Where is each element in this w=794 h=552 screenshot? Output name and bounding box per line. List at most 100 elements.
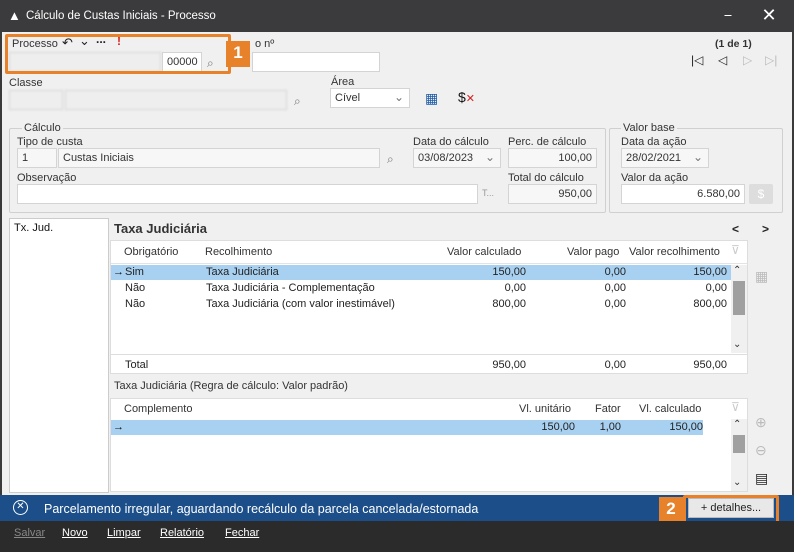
- tipo-custa-code[interactable]: 1: [17, 148, 57, 168]
- col-fator[interactable]: Fator: [595, 403, 621, 415]
- app-logo-icon: ▲: [8, 8, 21, 23]
- col-valor-calculado[interactable]: Valor calculado: [447, 246, 521, 258]
- cell-recolhimento: Taxa Judiciária (com valor inestimável): [206, 298, 395, 310]
- total-label: Total: [125, 359, 149, 371]
- col-valor-recolhimento[interactable]: Valor recolhimento: [629, 246, 720, 258]
- add-icon: ⊕: [755, 414, 767, 430]
- classe-search-icon[interactable]: ⌕: [294, 94, 301, 109]
- limpar-button[interactable]: Limpar: [107, 527, 141, 539]
- cell-valor-calculado: 150,00: [492, 266, 526, 278]
- notes-icon[interactable]: ▤: [755, 470, 768, 487]
- regra-label: Taxa Judiciária (Regra de cálculo: Valor…: [114, 380, 348, 392]
- data-acao-chevron-icon[interactable]: ⌄: [693, 150, 703, 164]
- calculo-no-input[interactable]: [252, 52, 380, 72]
- area-chevron-icon: ⌄: [394, 90, 405, 104]
- cell-obrigatorio: Sim: [125, 266, 144, 278]
- prev-record-icon[interactable]: ◁: [718, 53, 727, 67]
- last-record-icon: ▷|: [765, 53, 778, 67]
- col-recolhimento[interactable]: Recolhimento: [205, 246, 272, 258]
- tipo-custa-search-icon[interactable]: ⌕: [387, 152, 394, 167]
- data-calculo-chevron-icon[interactable]: ⌄: [485, 150, 495, 164]
- cost-remove-icon[interactable]: $✕: [458, 89, 475, 105]
- cell-valor-recolhimento: 0,00: [705, 282, 727, 294]
- cell-fator: 1,00: [599, 421, 621, 433]
- taxa-prev-icon[interactable]: <: [732, 222, 739, 236]
- minimize-icon[interactable]: ⎯: [718, 6, 738, 26]
- status-message: Parcelamento irregular, aguardando recál…: [44, 502, 479, 516]
- total-valor-pago: 0,00: [604, 359, 626, 371]
- total-calculo-input: 950,00: [508, 184, 597, 204]
- observacao-label: Observação: [17, 172, 77, 184]
- relatorio-button[interactable]: Relatório: [160, 527, 204, 539]
- col-vl-unitario[interactable]: Vl. unitário: [519, 403, 571, 415]
- area-value: Cível: [335, 92, 361, 104]
- table-row[interactable]: Não Taxa Judiciária (com valor inestimáv…: [111, 297, 731, 312]
- cell-vl-unitario: 150,00: [541, 421, 575, 433]
- table-row[interactable]: Não Taxa Judiciária - Complementação 0,0…: [111, 281, 731, 296]
- calculo-group-label: Cálculo: [22, 122, 63, 134]
- cell-vl-calculado: 150,00: [669, 421, 703, 433]
- pagination-text: (1 de 1): [715, 38, 752, 50]
- salvar-button: Salvar: [14, 527, 46, 539]
- cell-obrigatorio: Não: [125, 282, 146, 294]
- calculator-icon[interactable]: ▦: [425, 90, 438, 107]
- row-pointer-icon: →: [113, 421, 124, 433]
- observacao-input[interactable]: [17, 184, 478, 204]
- footer-toolbar: Salvar Novo Limpar Relatório Fechar: [0, 521, 794, 552]
- cell-recolhimento: Taxa Judiciária: [206, 266, 279, 278]
- data-acao-label: Data da ação: [621, 136, 687, 148]
- tipo-custa-label: Tipo de custa: [17, 136, 83, 148]
- scroll-down-icon[interactable]: ⌄: [733, 477, 741, 488]
- complemento-filter-icon[interactable]: ⊽: [731, 400, 740, 414]
- perc-calculo-input[interactable]: 100,00: [508, 148, 597, 168]
- callout-badge-2: 2: [659, 497, 683, 523]
- total-valor-recolhimento: 950,00: [693, 359, 727, 371]
- row-pointer-icon: →: [113, 266, 124, 278]
- left-list: Tx. Jud.: [9, 218, 109, 493]
- col-valor-pago[interactable]: Valor pago: [567, 246, 619, 258]
- scroll-thumb[interactable]: [733, 435, 745, 453]
- remove-icon: ⊖: [755, 442, 767, 458]
- header-divider: [111, 263, 747, 264]
- cell-recolhimento: Taxa Judiciária - Complementação: [206, 282, 375, 294]
- table-row[interactable]: → 150,00 1,00 150,00: [111, 420, 703, 435]
- taxa-scrollbar[interactable]: ⌃ ⌄: [731, 265, 747, 353]
- status-close-icon[interactable]: ✕: [13, 500, 28, 515]
- total-calculo-label: Total do cálculo: [508, 172, 584, 184]
- valor-acao-input[interactable]: 6.580,00: [621, 184, 745, 204]
- classe-name-input[interactable]: [65, 90, 287, 110]
- tipo-custa-input[interactable]: Custas Iniciais: [58, 148, 380, 168]
- perc-calculo-label: Perc. de cálculo: [508, 136, 587, 148]
- grid-calculator-icon: ▦: [755, 268, 769, 284]
- cell-valor-calculado: 0,00: [504, 282, 526, 294]
- scroll-up-icon[interactable]: ⌃: [733, 419, 741, 430]
- fechar-button[interactable]: Fechar: [225, 527, 259, 539]
- novo-button[interactable]: Novo: [62, 527, 88, 539]
- taxa-grid: Obrigatório Recolhimento Valor calculado…: [110, 240, 748, 374]
- main-panel: Processo ↶ ⌄ ... ! 00000 ⌕ 1 o nº (1 de …: [2, 32, 792, 495]
- valor-acao-label: Valor da ação: [621, 172, 689, 184]
- cell-obrigatorio: Não: [125, 298, 146, 310]
- first-record-icon[interactable]: |◁: [691, 53, 703, 67]
- observacao-ellipsis[interactable]: T...: [482, 188, 494, 198]
- calculo-no-label: o nº: [255, 38, 275, 50]
- col-obrigatorio[interactable]: Obrigatório: [124, 246, 178, 258]
- taxa-next-icon[interactable]: >: [762, 222, 769, 236]
- cell-valor-recolhimento: 800,00: [693, 298, 727, 310]
- close-icon[interactable]: ✕: [758, 5, 780, 27]
- scroll-thumb[interactable]: [733, 281, 745, 315]
- col-vl-calculado[interactable]: Vl. calculado: [639, 403, 701, 415]
- col-complemento[interactable]: Complemento: [124, 403, 192, 415]
- filter-icon[interactable]: ⊽: [731, 243, 740, 257]
- area-label: Área: [331, 76, 355, 88]
- cell-valor-pago: 0,00: [604, 298, 626, 310]
- left-list-item[interactable]: Tx. Jud.: [14, 222, 53, 234]
- total-divider: [111, 354, 747, 355]
- scroll-down-icon[interactable]: ⌄: [733, 339, 741, 350]
- table-row[interactable]: → Sim Taxa Judiciária 150,00 0,00 150,00: [111, 265, 731, 280]
- complemento-scrollbar[interactable]: ⌃ ⌄: [731, 419, 747, 491]
- valor-base-label: Valor base: [621, 122, 677, 134]
- classe-code-input[interactable]: [9, 90, 63, 110]
- cell-valor-pago: 0,00: [604, 282, 626, 294]
- scroll-up-icon[interactable]: ⌃: [733, 265, 741, 276]
